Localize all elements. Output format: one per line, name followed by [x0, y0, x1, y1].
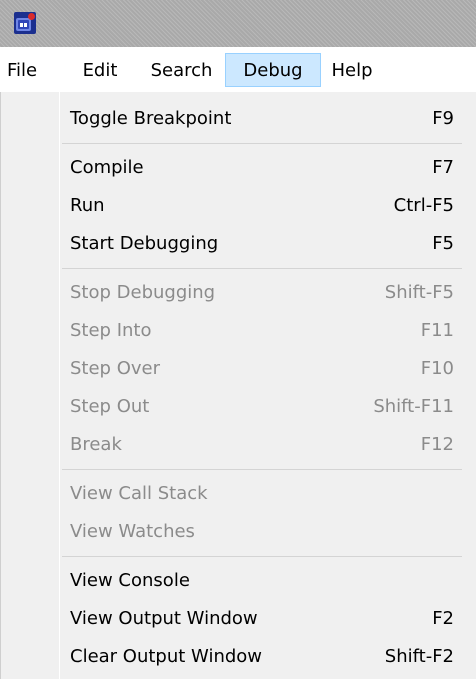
menu-item-label: View Watches — [70, 521, 195, 542]
debug-menu-dropdown: Toggle Breakpoint F9 Compile F7 Run Ctrl-F5 St… — [0, 92, 476, 679]
menu-item-label: Break — [70, 434, 122, 455]
menu-item-label: Start Debugging — [70, 233, 219, 254]
menu-item-view-call-stack: View Call Stack — [0, 475, 476, 513]
menu-item-step-over: Step Over F10 — [0, 350, 476, 388]
menu-item-shortcut: F7 — [432, 157, 454, 178]
menu-item-label: Clear Output Window — [70, 646, 263, 667]
menu-item-clear-output-window[interactable]: Clear Output Window Shift-F2 — [0, 638, 476, 676]
menu-item-break: Break F12 — [0, 426, 476, 464]
app-logo-icon[interactable] — [14, 12, 36, 34]
menu-debug[interactable]: Debug — [225, 53, 321, 87]
menu-item-run[interactable]: Run Ctrl-F5 — [0, 187, 476, 225]
menu-search[interactable]: Search — [140, 53, 223, 87]
menu-item-stop-debugging: Stop Debugging Shift-F5 — [0, 274, 476, 312]
menu-file[interactable]: File — [0, 53, 44, 87]
menu-separator — [62, 268, 462, 269]
menu-bar: File Edit Search Debug Help — [0, 47, 476, 92]
menu-item-view-output-window[interactable]: View Output Window F2 — [0, 600, 476, 638]
menu-item-shortcut: Shift-F5 — [384, 282, 454, 303]
title-bar — [0, 0, 476, 47]
menu-item-label: Step Over — [70, 358, 160, 379]
menu-item-shortcut: F10 — [420, 358, 454, 379]
menu-item-label: Compile — [70, 157, 144, 178]
menu-item-label: Step Into — [70, 320, 152, 341]
menu-item-label: Toggle Breakpoint — [70, 108, 232, 129]
menu-item-shortcut: Shift-F11 — [373, 396, 454, 417]
menu-item-label: View Call Stack — [70, 483, 208, 504]
menu-item-shortcut: F9 — [432, 108, 454, 129]
menu-item-shortcut: Ctrl-F5 — [393, 195, 454, 216]
menu-item-compile[interactable]: Compile F7 — [0, 149, 476, 187]
menu-item-shortcut: F2 — [432, 608, 454, 629]
menu-item-toggle-breakpoint[interactable]: Toggle Breakpoint F9 — [0, 100, 476, 138]
menu-item-label: View Console — [70, 570, 190, 591]
menu-item-shortcut: F11 — [420, 320, 454, 341]
menu-item-label: Stop Debugging — [70, 282, 216, 303]
menu-item-label: Step Out — [70, 396, 150, 417]
menu-item-shortcut: F12 — [420, 434, 454, 455]
menu-help[interactable]: Help — [325, 53, 379, 87]
menu-edit[interactable]: Edit — [74, 53, 126, 87]
menu-item-start-debugging[interactable]: Start Debugging F5 — [0, 225, 476, 263]
menu-separator — [62, 143, 462, 144]
menu-item-step-into: Step Into F11 — [0, 312, 476, 350]
menu-item-step-out: Step Out Shift-F11 — [0, 388, 476, 426]
menu-item-view-console[interactable]: View Console — [0, 562, 476, 600]
menu-item-shortcut: F5 — [432, 233, 454, 254]
menu-item-label: View Output Window — [70, 608, 258, 629]
menu-item-label: Run — [70, 195, 105, 216]
menu-separator — [62, 469, 462, 470]
menu-item-view-watches: View Watches — [0, 513, 476, 551]
menu-item-shortcut: Shift-F2 — [384, 646, 454, 667]
menu-separator — [62, 556, 462, 557]
